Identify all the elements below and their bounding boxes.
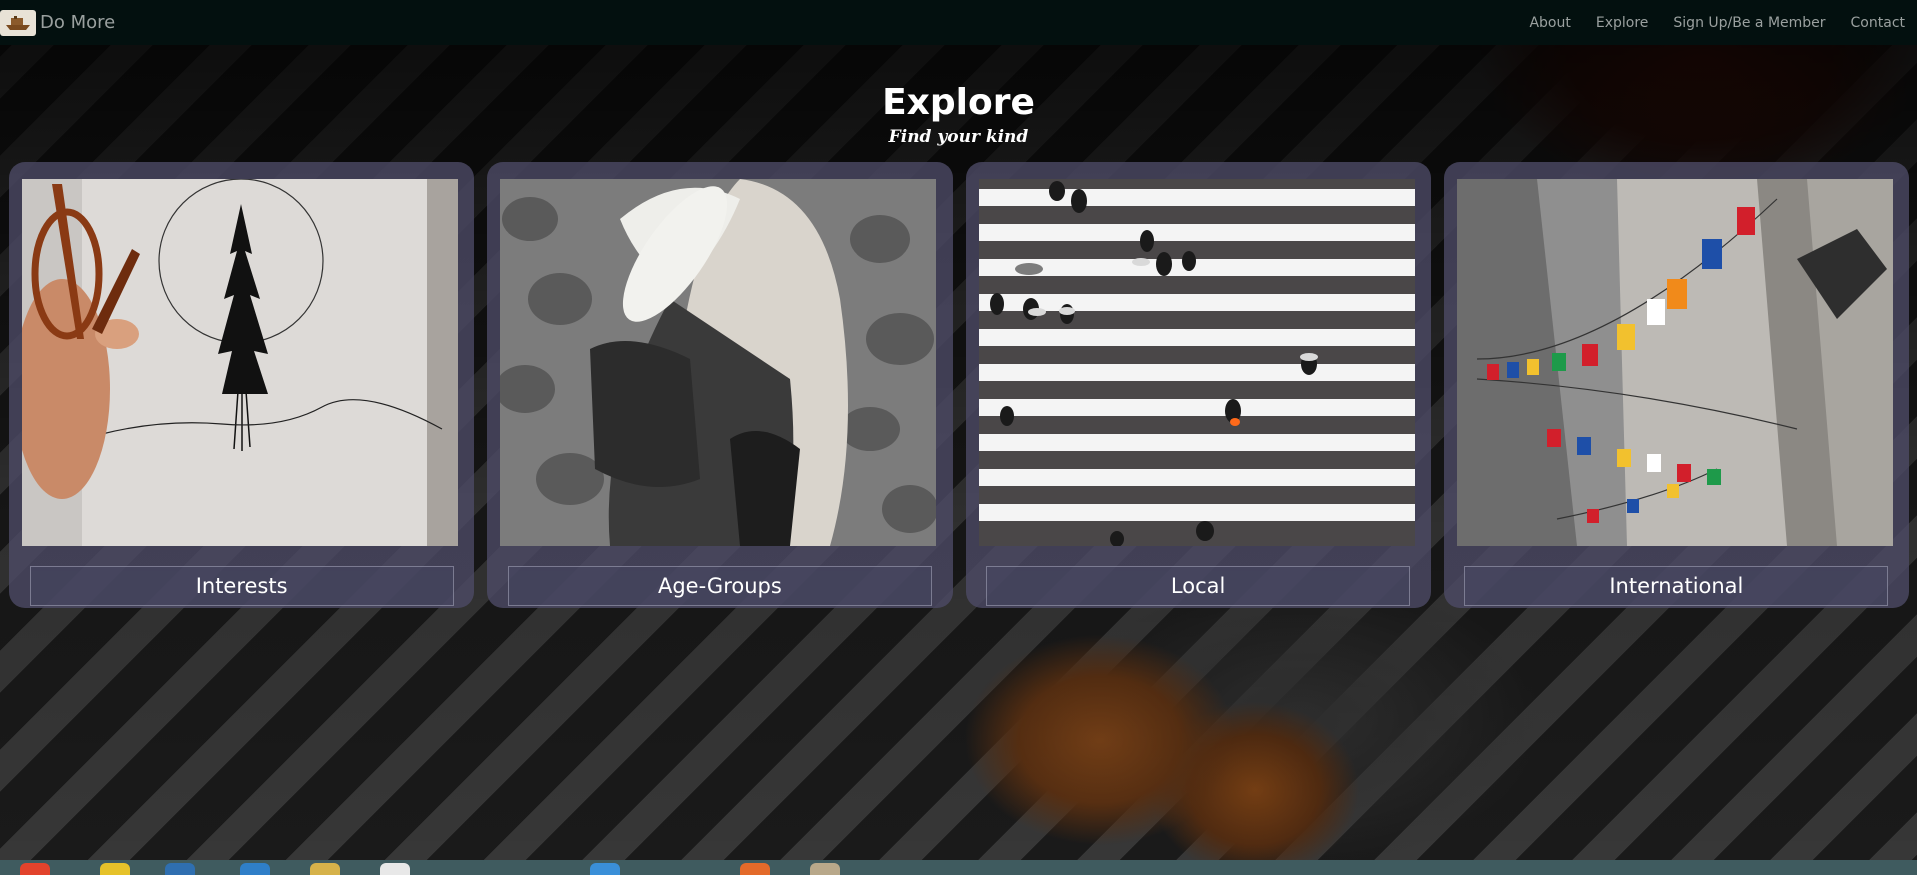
nav-signup[interactable]: Sign Up/Be a Member	[1673, 15, 1825, 31]
card-image-age-groups[interactable]	[500, 179, 937, 546]
category-cards: Interests Age-Groups Local International	[9, 162, 1909, 608]
boat-logo-icon	[0, 9, 36, 36]
nav-contact[interactable]: Contact	[1851, 15, 1905, 31]
app-icon-5[interactable]	[310, 863, 340, 875]
app-icon-1[interactable]	[20, 863, 50, 875]
local-button[interactable]: Local	[986, 566, 1411, 606]
page-subtitle: Find your kind	[888, 127, 1029, 147]
age-groups-button[interactable]: Age-Groups	[507, 566, 932, 606]
app-icon-7[interactable]	[590, 863, 620, 875]
card-international: International	[1443, 162, 1909, 608]
app-icon-4[interactable]	[240, 863, 270, 875]
card-image-local[interactable]	[978, 179, 1415, 546]
nav-about[interactable]: About	[1529, 15, 1570, 31]
card-image-international[interactable]	[1456, 179, 1893, 546]
card-local: Local	[965, 162, 1431, 608]
international-button[interactable]: International	[1464, 566, 1889, 606]
page-header: Explore Find your kind	[0, 80, 1917, 148]
page: Do More About Explore Sign Up/Be a Membe…	[0, 0, 1917, 875]
navbar: Do More About Explore Sign Up/Be a Membe…	[0, 0, 1917, 45]
card-age-groups: Age-Groups	[487, 162, 953, 608]
nav-links: About Explore Sign Up/Be a Member Contac…	[1504, 0, 1917, 45]
app-icon-6[interactable]	[380, 863, 410, 875]
nav-explore[interactable]: Explore	[1596, 15, 1649, 31]
app-icon-2[interactable]	[100, 863, 130, 875]
app-icon-9[interactable]	[810, 863, 840, 875]
taskbar	[0, 860, 1917, 875]
card-image-interests[interactable]	[22, 179, 458, 546]
page-title: Explore	[882, 82, 1035, 123]
app-icon-3[interactable]	[165, 863, 195, 875]
app-icon-8[interactable]	[740, 863, 770, 875]
interests-button[interactable]: Interests	[29, 566, 454, 606]
card-interests: Interests	[9, 162, 475, 608]
brand-name: Do More	[40, 12, 116, 33]
brand-link[interactable]: Do More	[0, 0, 115, 45]
